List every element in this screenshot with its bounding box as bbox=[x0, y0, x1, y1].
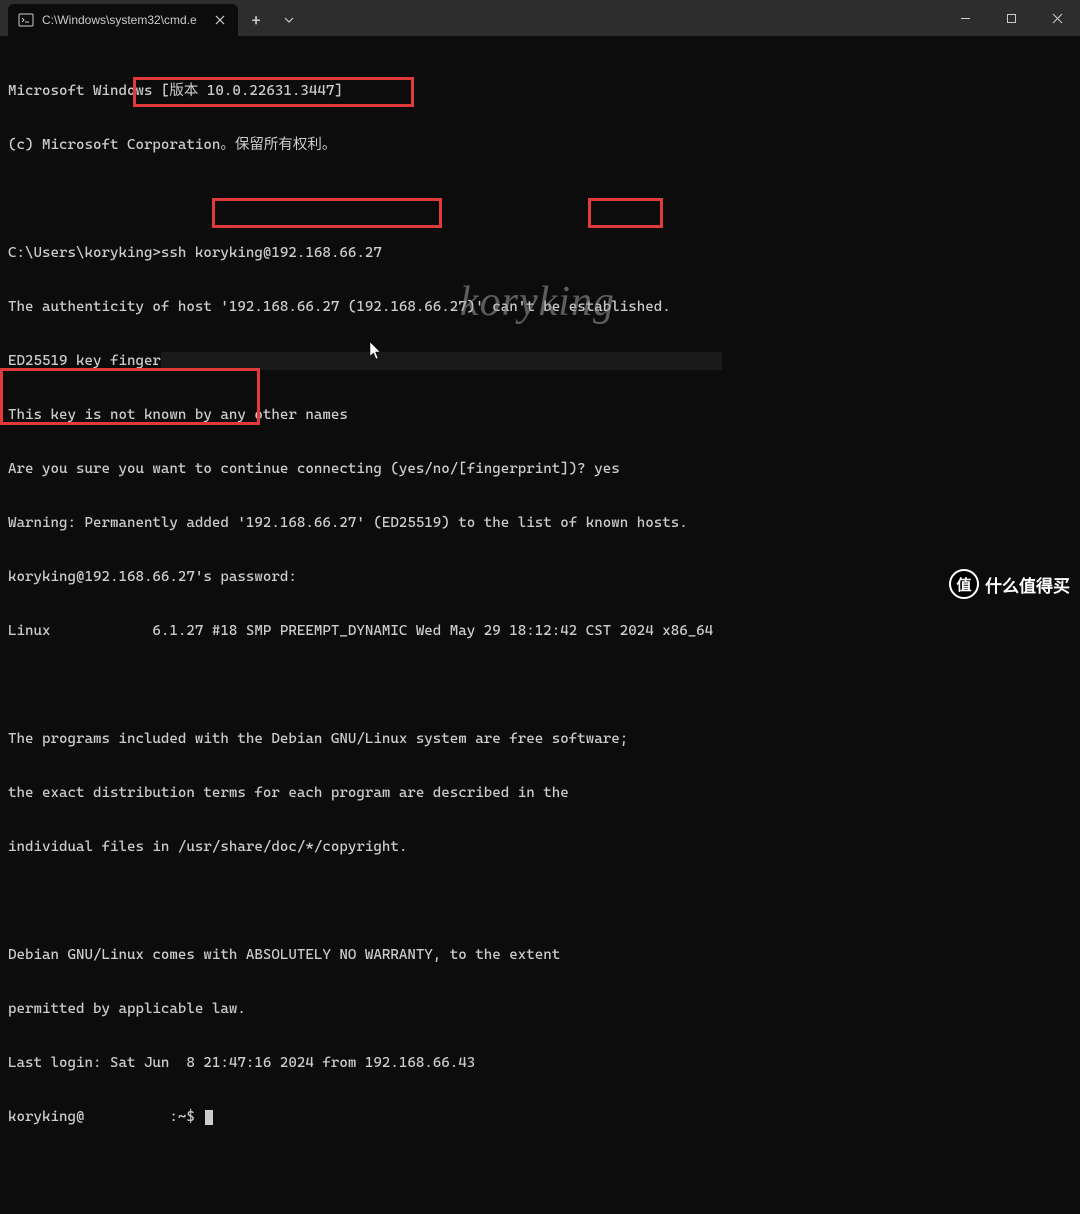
cmd-icon bbox=[18, 12, 34, 28]
terminal-line: (c) Microsoft Corporation。保留所有权利。 bbox=[8, 136, 1072, 154]
terminal-line: ED25519 key finger bbox=[8, 352, 1072, 370]
terminal-line: Are you sure you want to continue connec… bbox=[8, 460, 1072, 478]
terminal-line bbox=[8, 676, 1072, 694]
terminal-line: C:\Users\koryking>ssh koryking@192.168.6… bbox=[8, 244, 1072, 262]
cursor bbox=[205, 1110, 213, 1125]
tab-title: C:\Windows\system32\cmd.e bbox=[42, 13, 204, 27]
terminal-prompt: koryking@ :~$ bbox=[8, 1108, 1072, 1126]
terminal-line: The programs included with the Debian GN… bbox=[8, 730, 1072, 748]
close-button[interactable] bbox=[1034, 0, 1080, 36]
terminal-line: Last login: Sat Jun 8 21:47:16 2024 from… bbox=[8, 1054, 1072, 1072]
logo-text: 什么值得买 bbox=[985, 572, 1070, 597]
terminal-line: Microsoft Windows [版本 10.0.22631.3447] bbox=[8, 82, 1072, 100]
terminal-line: Debian GNU/Linux comes with ABSOLUTELY N… bbox=[8, 946, 1072, 964]
maximize-button[interactable] bbox=[988, 0, 1034, 36]
terminal-line: Linux 6.1.27 #18 SMP PREEMPT_DYNAMIC Wed… bbox=[8, 622, 1072, 640]
terminal-tab[interactable]: C:\Windows\system32\cmd.e bbox=[8, 4, 238, 36]
terminal-line: The authenticity of host '192.168.66.27 … bbox=[8, 298, 1072, 316]
terminal-line: permitted by applicable law. bbox=[8, 1000, 1072, 1018]
new-tab-button[interactable]: + bbox=[238, 4, 274, 36]
terminal-line bbox=[8, 892, 1072, 910]
terminal-line bbox=[8, 190, 1072, 208]
terminal-output[interactable]: Microsoft Windows [版本 10.0.22631.3447] (… bbox=[0, 36, 1080, 1214]
terminal-line: Warning: Permanently added '192.168.66.2… bbox=[8, 514, 1072, 532]
minimize-button[interactable] bbox=[942, 0, 988, 36]
terminal-line: koryking@192.168.66.27's password: bbox=[8, 568, 1072, 586]
titlebar: C:\Windows\system32\cmd.e + bbox=[0, 0, 1080, 36]
smzdm-logo: 值 什么值得买 bbox=[949, 569, 1070, 599]
terminal-line: individual files in /usr/share/doc/*/cop… bbox=[8, 838, 1072, 856]
terminal-line: This key is not known by any other names bbox=[8, 406, 1072, 424]
logo-icon: 值 bbox=[949, 569, 979, 599]
terminal-line: the exact distribution terms for each pr… bbox=[8, 784, 1072, 802]
window-controls bbox=[942, 0, 1080, 36]
tab-close-button[interactable] bbox=[212, 12, 228, 28]
tab-dropdown-button[interactable] bbox=[274, 4, 304, 36]
